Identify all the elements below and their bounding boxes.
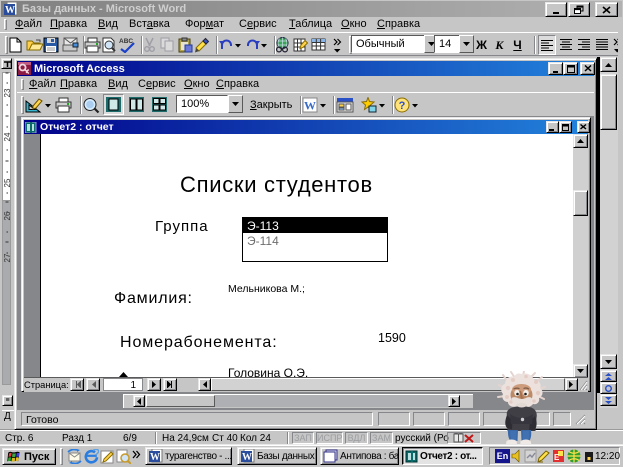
svg-text:W: W (304, 99, 316, 113)
svg-text:25: 25 (3, 178, 12, 187)
svg-text:E: E (554, 453, 560, 462)
svg-text:24: 24 (3, 132, 12, 141)
svg-text:ABC: ABC (119, 38, 133, 45)
svg-text:W: W (150, 452, 160, 463)
svg-text:27: 27 (3, 253, 12, 262)
svg-text:W: W (5, 5, 15, 16)
svg-text:W: W (242, 452, 252, 463)
svg-text:?: ? (399, 100, 406, 112)
